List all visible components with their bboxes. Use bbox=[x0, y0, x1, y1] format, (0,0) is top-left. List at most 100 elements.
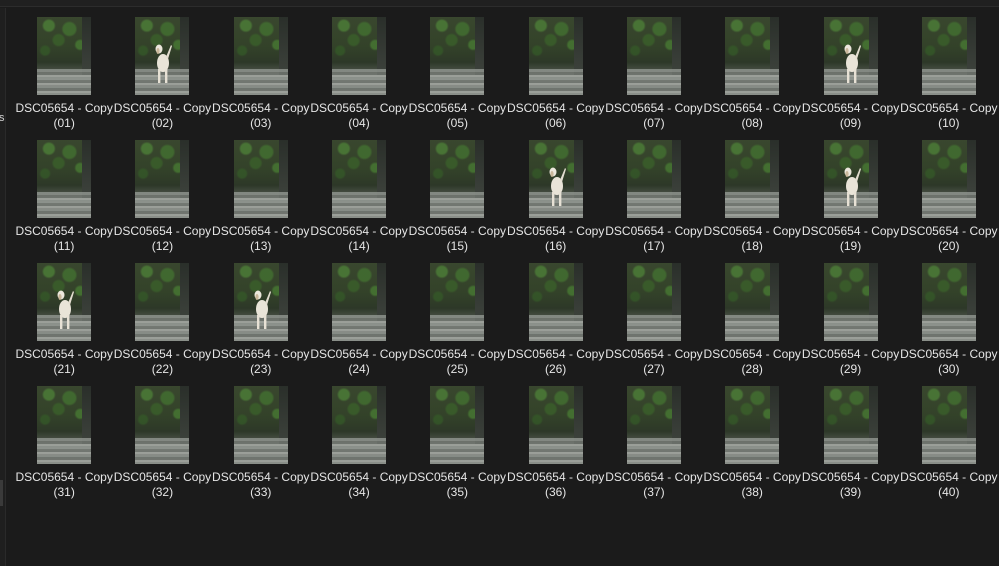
file-item-12[interactable]: DSC05654 - Copy (12) bbox=[113, 136, 211, 259]
file-item-20[interactable]: DSC05654 - Copy (20) bbox=[900, 136, 998, 259]
file-item-5[interactable]: DSC05654 - Copy (05) bbox=[408, 13, 506, 136]
image-thumbnail[interactable] bbox=[135, 140, 190, 218]
image-thumbnail[interactable] bbox=[430, 263, 485, 341]
file-item-38[interactable]: DSC05654 - Copy (38) bbox=[703, 382, 801, 505]
image-thumbnail[interactable] bbox=[725, 17, 780, 95]
file-item-32[interactable]: DSC05654 - Copy (32) bbox=[113, 382, 211, 505]
image-thumbnail[interactable] bbox=[233, 263, 288, 341]
file-item-30[interactable]: DSC05654 - Copy (30) bbox=[900, 259, 998, 382]
image-thumbnail[interactable] bbox=[233, 140, 288, 218]
file-index-text: (39) bbox=[839, 485, 862, 499]
image-thumbnail[interactable] bbox=[430, 386, 485, 464]
file-item-9[interactable]: DSC05654 - Copy (09) bbox=[801, 13, 899, 136]
image-thumbnail[interactable] bbox=[37, 386, 92, 464]
file-name-label: DSC05654 - Copy (22) bbox=[114, 347, 211, 377]
thumbnail-wall bbox=[770, 140, 780, 198]
file-item-2[interactable]: DSC05654 - Copy (02) bbox=[113, 13, 211, 136]
file-item-25[interactable]: DSC05654 - Copy (25) bbox=[408, 259, 506, 382]
file-item-28[interactable]: DSC05654 - Copy (28) bbox=[703, 259, 801, 382]
file-item-37[interactable]: DSC05654 - Copy (37) bbox=[605, 382, 703, 505]
file-item-16[interactable]: DSC05654 - Copy (16) bbox=[506, 136, 604, 259]
file-item-7[interactable]: DSC05654 - Copy (07) bbox=[605, 13, 703, 136]
image-thumbnail[interactable] bbox=[430, 140, 485, 218]
image-thumbnail[interactable] bbox=[921, 140, 976, 218]
file-name-label: DSC05654 - Copy (14) bbox=[310, 224, 407, 254]
image-thumbnail[interactable] bbox=[332, 263, 387, 341]
file-item-19[interactable]: DSC05654 - Copy (19) bbox=[801, 136, 899, 259]
image-thumbnail[interactable] bbox=[921, 263, 976, 341]
file-item-11[interactable]: DSC05654 - Copy (11) bbox=[15, 136, 113, 259]
image-thumbnail[interactable] bbox=[332, 140, 387, 218]
file-item-18[interactable]: DSC05654 - Copy (18) bbox=[703, 136, 801, 259]
image-thumbnail[interactable] bbox=[37, 17, 92, 95]
image-thumbnail[interactable] bbox=[921, 386, 976, 464]
navigation-pane[interactable]: s bbox=[0, 8, 6, 566]
navigation-pane-scrollbar[interactable] bbox=[0, 480, 3, 506]
file-item-6[interactable]: DSC05654 - Copy (06) bbox=[506, 13, 604, 136]
file-item-15[interactable]: DSC05654 - Copy (15) bbox=[408, 136, 506, 259]
file-item-36[interactable]: DSC05654 - Copy (36) bbox=[506, 382, 604, 505]
file-item-35[interactable]: DSC05654 - Copy (35) bbox=[408, 382, 506, 505]
file-item-8[interactable]: DSC05654 - Copy (08) bbox=[703, 13, 801, 136]
thumbnail-wall bbox=[671, 386, 681, 444]
image-thumbnail[interactable] bbox=[725, 140, 780, 218]
image-thumbnail[interactable] bbox=[823, 263, 878, 341]
image-thumbnail[interactable] bbox=[233, 386, 288, 464]
file-item-3[interactable]: DSC05654 - Copy (03) bbox=[212, 13, 310, 136]
file-item-10[interactable]: DSC05654 - Copy (10) bbox=[900, 13, 998, 136]
file-item-27[interactable]: DSC05654 - Copy (27) bbox=[605, 259, 703, 382]
file-index-text: (34) bbox=[348, 485, 370, 499]
file-index-text: (12) bbox=[151, 239, 174, 253]
thumbnail-wall bbox=[180, 140, 190, 198]
image-thumbnail[interactable] bbox=[626, 140, 681, 218]
file-item-17[interactable]: DSC05654 - Copy (17) bbox=[605, 136, 703, 259]
image-thumbnail[interactable] bbox=[725, 263, 780, 341]
file-item-31[interactable]: DSC05654 - Copy (31) bbox=[15, 382, 113, 505]
image-thumbnail[interactable] bbox=[135, 386, 190, 464]
file-name-text: DSC05654 - Copy bbox=[113, 347, 212, 361]
image-thumbnail[interactable] bbox=[37, 263, 92, 341]
thumbnail-wall bbox=[278, 263, 288, 321]
image-thumbnail[interactable] bbox=[37, 140, 92, 218]
file-item-39[interactable]: DSC05654 - Copy (39) bbox=[801, 382, 899, 505]
image-thumbnail[interactable] bbox=[725, 386, 780, 464]
file-item-21[interactable]: DSC05654 - Copy (21) bbox=[15, 259, 113, 382]
file-item-34[interactable]: DSC05654 - Copy (34) bbox=[310, 382, 408, 505]
image-thumbnail[interactable] bbox=[135, 263, 190, 341]
file-item-22[interactable]: DSC05654 - Copy (22) bbox=[113, 259, 211, 382]
image-thumbnail[interactable] bbox=[528, 17, 583, 95]
file-item-23[interactable]: DSC05654 - Copy (23) bbox=[212, 259, 310, 382]
image-thumbnail[interactable] bbox=[430, 17, 485, 95]
file-index-text: (21) bbox=[53, 362, 75, 376]
file-item-33[interactable]: DSC05654 - Copy (33) bbox=[212, 382, 310, 505]
file-index-text: (17) bbox=[643, 239, 665, 253]
thumbnail-ground bbox=[725, 438, 780, 464]
image-thumbnail[interactable] bbox=[528, 263, 583, 341]
file-name-text: DSC05654 - Copy bbox=[408, 470, 507, 484]
file-item-24[interactable]: DSC05654 - Copy (24) bbox=[310, 259, 408, 382]
file-item-1[interactable]: DSC05654 - Copy (01) bbox=[15, 13, 113, 136]
thumbnail-wall bbox=[377, 17, 387, 75]
thumbnail-ground bbox=[135, 192, 190, 218]
image-thumbnail[interactable] bbox=[823, 17, 878, 95]
file-item-29[interactable]: DSC05654 - Copy (29) bbox=[801, 259, 899, 382]
image-thumbnail[interactable] bbox=[135, 17, 190, 95]
image-thumbnail[interactable] bbox=[528, 140, 583, 218]
image-thumbnail[interactable] bbox=[823, 386, 878, 464]
image-thumbnail[interactable] bbox=[528, 386, 583, 464]
file-item-4[interactable]: DSC05654 - Copy (04) bbox=[310, 13, 408, 136]
image-thumbnail[interactable] bbox=[332, 17, 387, 95]
file-index-text: (24) bbox=[348, 362, 370, 376]
image-thumbnail[interactable] bbox=[626, 386, 681, 464]
image-thumbnail[interactable] bbox=[233, 17, 288, 95]
image-thumbnail[interactable] bbox=[626, 17, 681, 95]
image-thumbnail[interactable] bbox=[921, 17, 976, 95]
file-item-26[interactable]: DSC05654 - Copy (26) bbox=[506, 259, 604, 382]
image-thumbnail[interactable] bbox=[823, 140, 878, 218]
file-item-14[interactable]: DSC05654 - Copy (14) bbox=[310, 136, 408, 259]
image-thumbnail[interactable] bbox=[626, 263, 681, 341]
file-item-40[interactable]: DSC05654 - Copy (40) bbox=[900, 382, 998, 505]
file-item-13[interactable]: DSC05654 - Copy (13) bbox=[212, 136, 310, 259]
thumbnail-ground bbox=[37, 69, 92, 95]
image-thumbnail[interactable] bbox=[332, 386, 387, 464]
